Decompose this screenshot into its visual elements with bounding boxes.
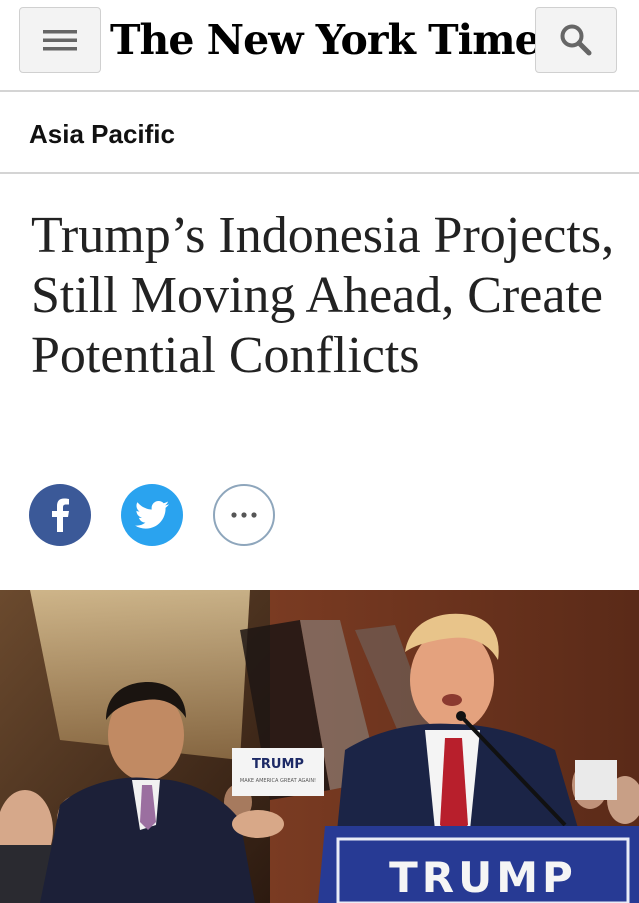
search-button[interactable] <box>535 7 617 73</box>
menu-button[interactable] <box>19 7 101 73</box>
podium-sign-text: TRUMP <box>389 853 577 902</box>
share-more-button[interactable] <box>213 484 275 546</box>
masthead-logo[interactable]: The New York Times <box>110 12 563 68</box>
lead-photo-illustration: TRUMP MAKE AMERICA GREAT AGAIN! TRUMP <box>0 590 639 903</box>
article-headline: Trump’s Indonesia Projects, Still Moving… <box>31 207 615 384</box>
background-sign-subtitle: MAKE AMERICA GREAT AGAIN! <box>240 778 316 784</box>
facebook-icon <box>52 498 69 532</box>
article-lead-photo[interactable]: TRUMP MAKE AMERICA GREAT AGAIN! TRUMP <box>0 590 639 903</box>
top-bar: The New York Times <box>0 0 639 92</box>
section-link[interactable]: Asia Pacific <box>29 119 175 150</box>
search-icon <box>560 24 592 56</box>
hamburger-menu-icon <box>43 30 77 51</box>
section-bar: Asia Pacific <box>0 92 639 174</box>
share-facebook-button[interactable] <box>29 484 91 546</box>
twitter-icon <box>135 501 169 529</box>
share-twitter-button[interactable] <box>121 484 183 546</box>
background-sign-text: TRUMP <box>252 757 304 772</box>
more-options-icon <box>231 512 257 518</box>
